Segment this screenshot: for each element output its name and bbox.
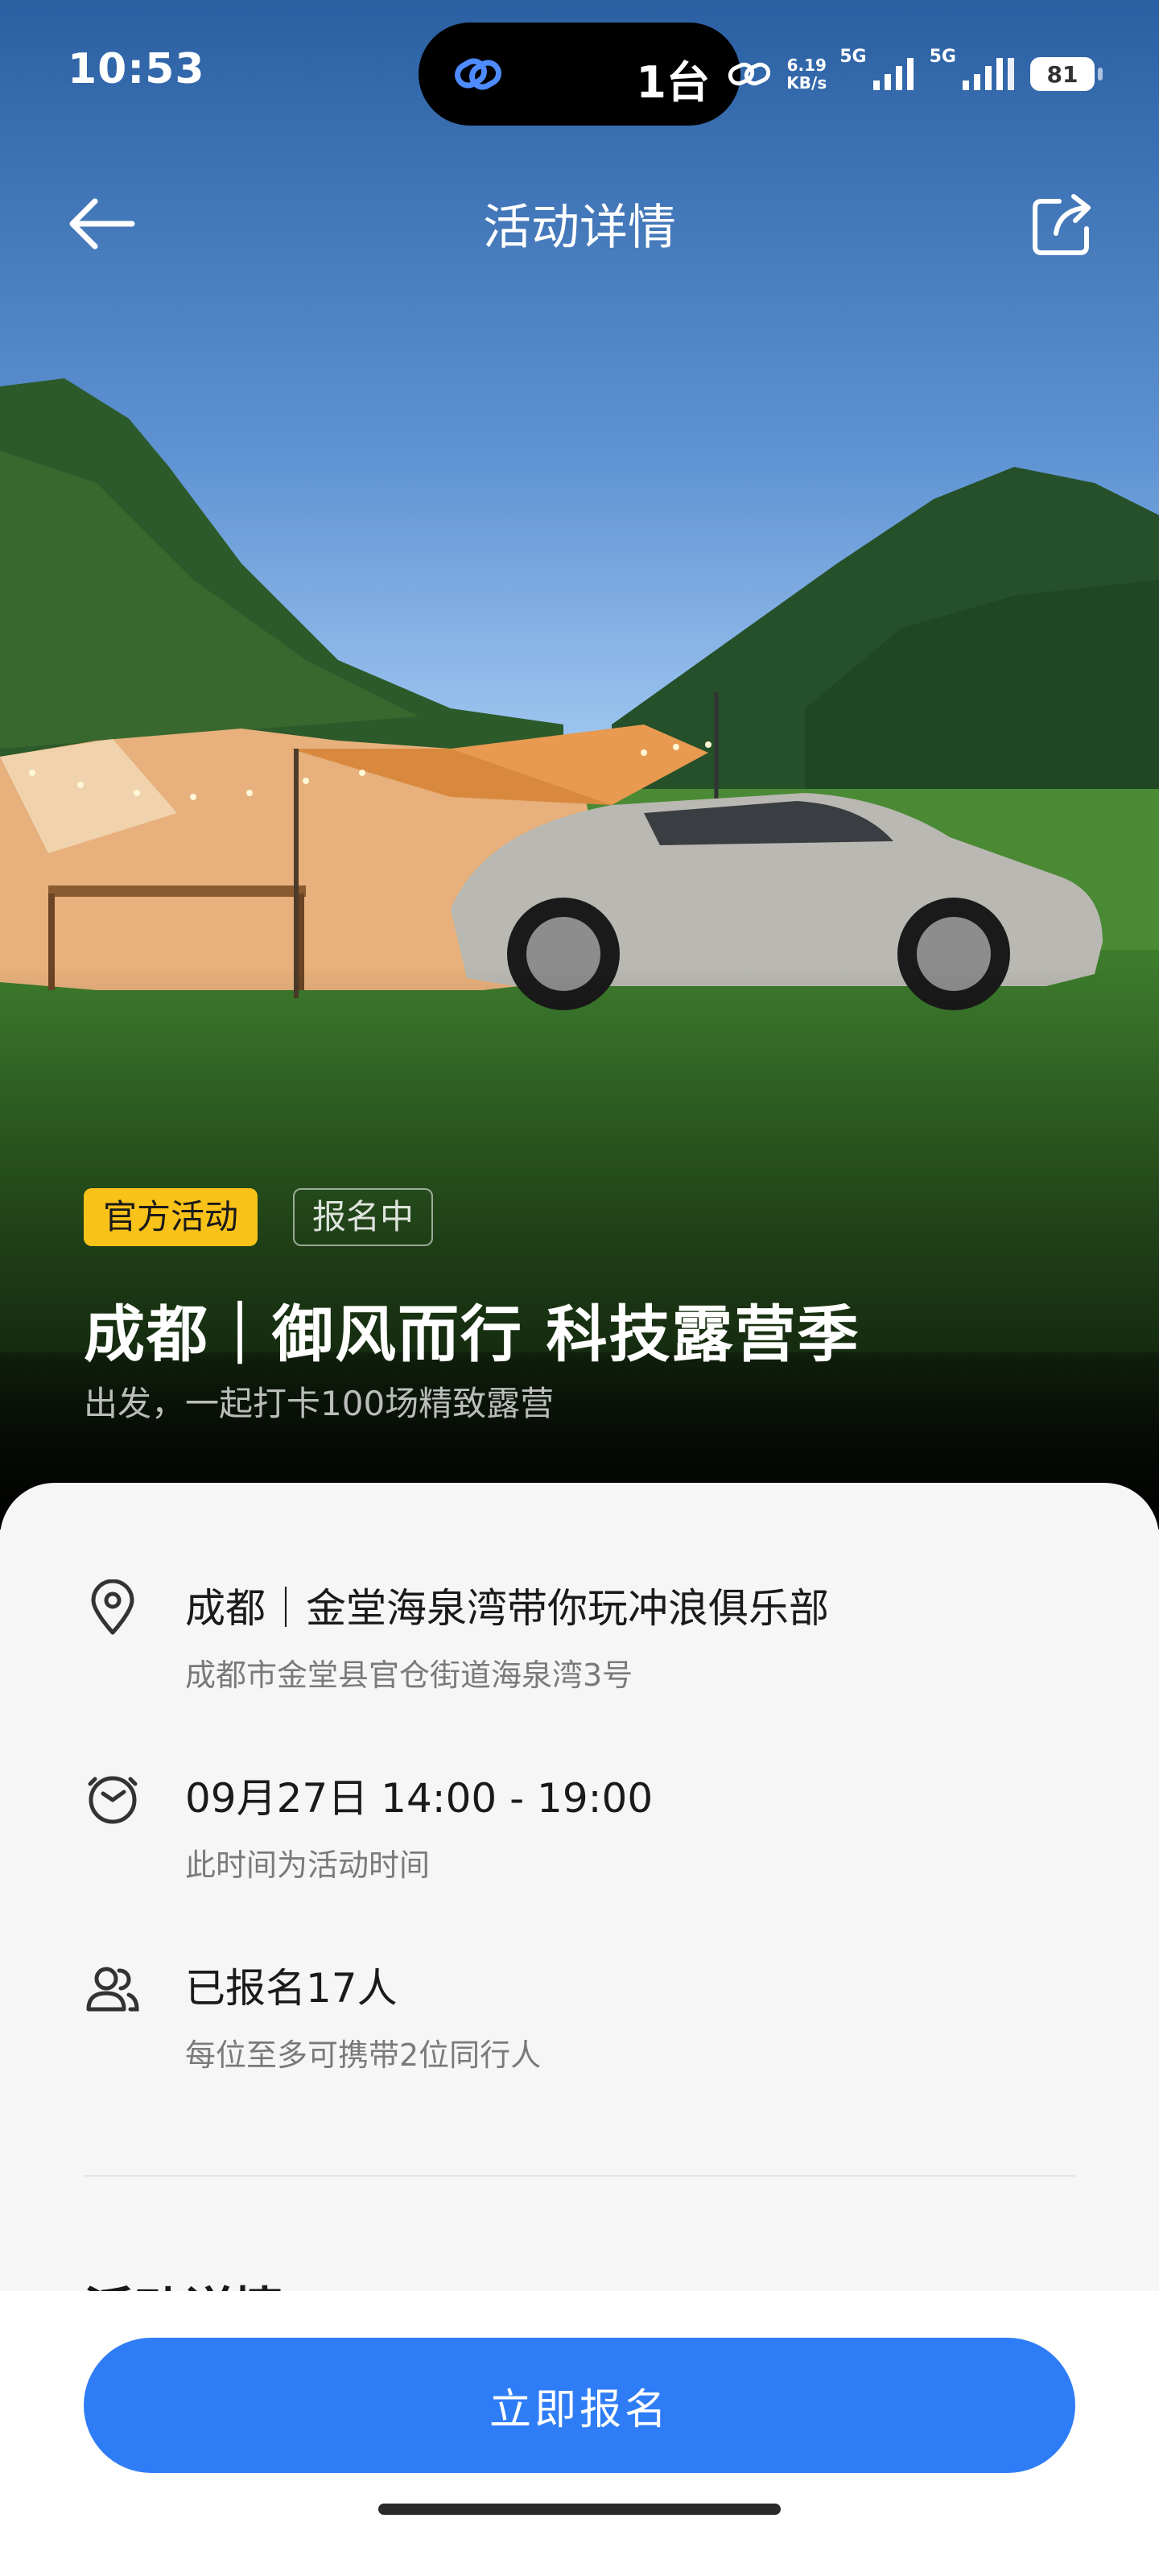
island-label: 1台 xyxy=(636,57,710,108)
registration-status-tag: 报名中 xyxy=(293,1188,434,1246)
event-title: 成都｜御风而行 科技露营季 xyxy=(84,1298,860,1370)
registered-count: 已报名17人 xyxy=(185,1965,398,2012)
section-divider xyxy=(84,2175,1075,2177)
net-speed-value: 6.19 xyxy=(786,56,827,75)
location-name: 成都｜金堂海泉湾带你玩冲浪俱乐部 xyxy=(185,1585,829,1632)
page-title: 活动详情 xyxy=(483,200,676,256)
link-icon xyxy=(455,58,501,90)
event-tags: 官方活动 报名中 xyxy=(84,1188,434,1246)
status-indicators: 6.19 KB/s 5G 5G 81 xyxy=(727,42,1103,106)
signal-2-label: 5G xyxy=(929,47,956,67)
event-subtitle: 出发，一起打卡100场精致露营 xyxy=(84,1384,555,1423)
bottom-action-bar: 立即报名 xyxy=(0,2291,1159,2576)
dynamic-island[interactable]: 1台 xyxy=(419,23,740,126)
status-bar: 10:53 1台 6.19 KB/s 5G 5G 81 xyxy=(0,0,1159,145)
share-icon[interactable] xyxy=(1024,187,1101,264)
hero-gradient-overlay xyxy=(0,966,1159,1530)
location-pin-icon xyxy=(91,1579,134,1635)
official-event-tag: 官方活动 xyxy=(84,1188,258,1246)
hotspot-link-icon xyxy=(728,62,771,86)
event-time-note: 此时间为活动时间 xyxy=(185,1847,431,1883)
home-indicator[interactable] xyxy=(378,2504,781,2515)
net-speed: 6.19 KB/s xyxy=(786,56,827,92)
nav-bar: 活动详情 xyxy=(0,169,1159,266)
signal-1-label: 5G xyxy=(839,47,867,67)
status-time: 10:53 xyxy=(68,45,205,93)
signal-1-icon xyxy=(872,58,914,90)
signup-button[interactable]: 立即报名 xyxy=(84,2338,1075,2473)
net-speed-unit: KB/s xyxy=(786,73,827,93)
event-time: 09月27日 14:00 - 19:00 xyxy=(185,1775,654,1822)
clock-icon xyxy=(88,1776,138,1824)
event-detail-page: 10:53 1台 6.19 KB/s 5G 5G 81 活动详情 官方活动 报名… xyxy=(0,0,1159,2576)
people-icon xyxy=(86,1967,139,2012)
battery-indicator: 81 xyxy=(1030,57,1103,91)
companion-limit-note: 每位至多可携带2位同行人 xyxy=(185,2037,542,2073)
signal-2-icon xyxy=(963,58,1014,90)
location-address: 成都市金堂县官仓街道海泉湾3号 xyxy=(185,1657,633,1693)
